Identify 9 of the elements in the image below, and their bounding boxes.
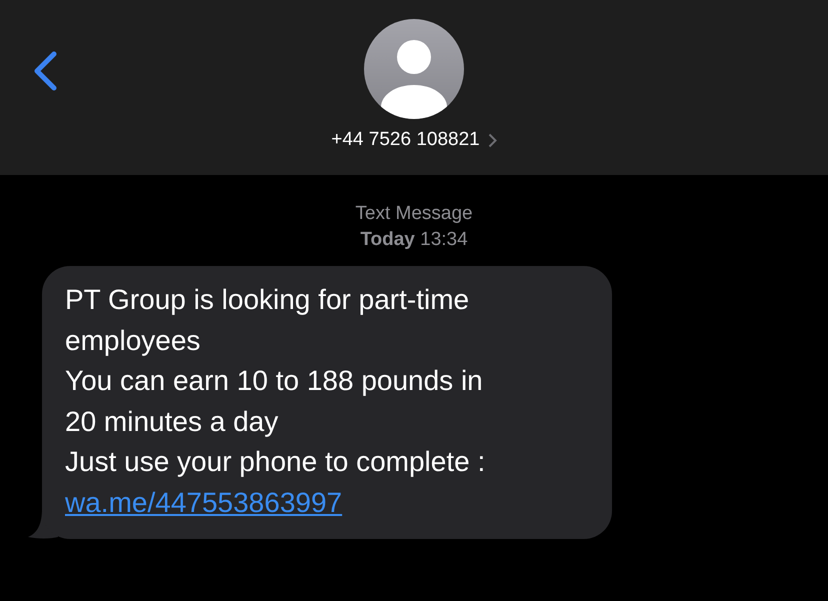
- message-link[interactable]: wa.me/447553863997: [65, 486, 342, 518]
- contact-number[interactable]: +44 7526 108821: [331, 129, 497, 151]
- chevron-icon: [488, 132, 497, 148]
- avatar-icon[interactable]: [364, 19, 464, 119]
- message-text: You can earn 10 to 188 pounds in 20 minutes a day: [65, 364, 484, 439]
- message-timestamp: Today 13:34: [359, 228, 469, 252]
- message-text: Just use your phone to complete :: [65, 445, 486, 479]
- service-label: Text Message: [354, 202, 474, 226]
- message-text: PT Group is looking for part-time employees: [65, 283, 470, 358]
